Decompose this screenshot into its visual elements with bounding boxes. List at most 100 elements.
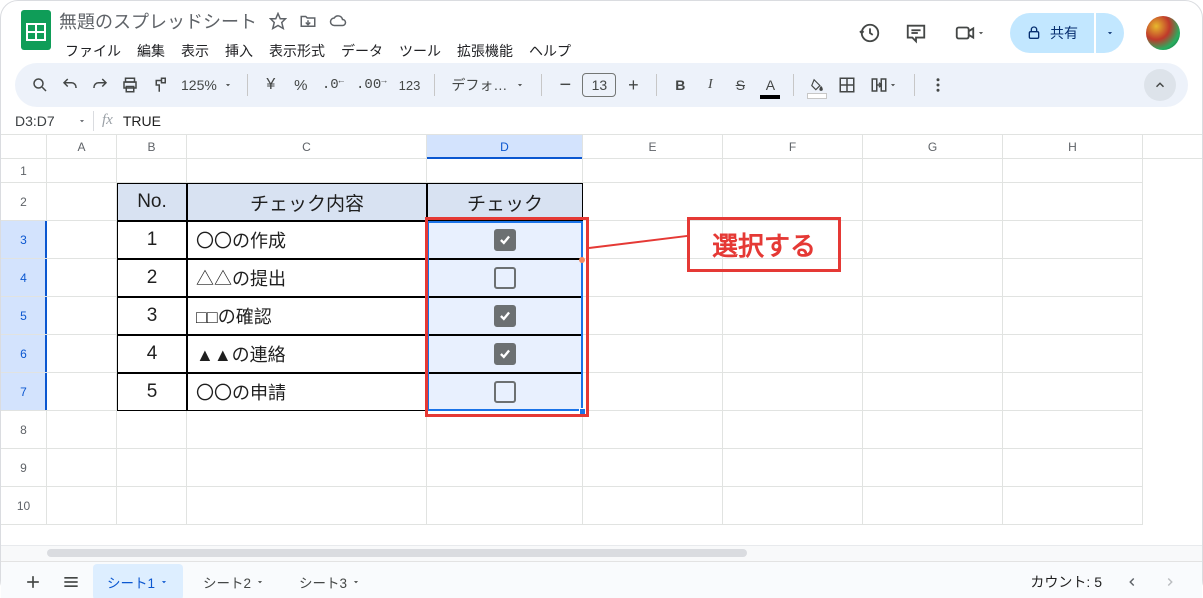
menu-help[interactable]: ヘルプ <box>523 39 577 63</box>
font-size-increase[interactable]: + <box>620 70 646 100</box>
row-header-10[interactable]: 10 <box>1 487 47 525</box>
menu-extensions[interactable]: 拡張機能 <box>451 39 519 63</box>
print-icon[interactable] <box>117 70 143 100</box>
formula-value[interactable]: TRUE <box>123 113 161 129</box>
cell-checkbox[interactable] <box>427 335 583 373</box>
decrease-decimal-icon[interactable]: .0← <box>318 70 348 100</box>
cell-content[interactable]: 〇〇の申請 <box>187 373 427 411</box>
star-icon[interactable] <box>269 12 287 30</box>
name-box[interactable]: D3:D7 <box>9 113 93 129</box>
scroll-sheets-left-icon[interactable] <box>1116 566 1148 598</box>
menu-tools[interactable]: ツール <box>393 39 447 63</box>
row-header-3[interactable]: 3 <box>1 221 47 259</box>
move-folder-icon[interactable] <box>299 12 317 30</box>
menu-insert[interactable]: 挿入 <box>219 39 259 63</box>
all-sheets-button[interactable] <box>55 566 87 598</box>
cell-content[interactable]: ▲▲の連絡 <box>187 335 427 373</box>
share-button[interactable]: 共有 <box>1010 13 1094 53</box>
table-header-no[interactable]: No. <box>117 183 187 221</box>
add-sheet-button[interactable] <box>17 566 49 598</box>
undo-icon[interactable] <box>57 70 83 100</box>
collapse-toolbar-icon[interactable] <box>1144 69 1176 101</box>
chevron-down-icon[interactable] <box>255 577 265 587</box>
doc-title[interactable]: 無題のスプレッドシート <box>59 8 257 34</box>
cell-no[interactable]: 5 <box>117 373 187 411</box>
sheet-tab[interactable]: シート1 <box>93 564 183 598</box>
share-dropdown[interactable] <box>1096 13 1124 53</box>
col-header-H[interactable]: H <box>1003 135 1143 158</box>
cell-checkbox[interactable] <box>427 297 583 335</box>
sheets-logo-icon[interactable] <box>17 11 55 49</box>
percent-icon[interactable]: % <box>288 70 314 100</box>
borders-icon[interactable] <box>834 70 860 100</box>
col-header-G[interactable]: G <box>863 135 1003 158</box>
merge-icon[interactable] <box>864 70 904 100</box>
col-header-D[interactable]: D <box>427 135 583 158</box>
chevron-down-icon[interactable] <box>159 577 169 587</box>
bold-icon[interactable]: B <box>667 70 693 100</box>
checkbox-icon[interactable] <box>494 305 516 327</box>
cell-no[interactable]: 3 <box>117 297 187 335</box>
fill-color-icon[interactable] <box>804 70 830 100</box>
checkbox-icon[interactable] <box>494 267 516 289</box>
checkbox-icon[interactable] <box>494 229 516 251</box>
row-header-4[interactable]: 4 <box>1 259 47 297</box>
table-header-content[interactable]: チェック内容 <box>187 183 427 221</box>
col-header-A[interactable]: A <box>47 135 117 158</box>
row-header-6[interactable]: 6 <box>1 335 47 373</box>
cell-no[interactable]: 4 <box>117 335 187 373</box>
horizontal-scrollbar[interactable] <box>1 545 1202 561</box>
history-icon[interactable] <box>856 19 884 47</box>
search-menus-icon[interactable] <box>27 70 53 100</box>
comments-icon[interactable] <box>902 19 930 47</box>
checkbox-icon[interactable] <box>494 381 516 403</box>
cell-checkbox[interactable] <box>427 373 583 411</box>
menu-file[interactable]: ファイル <box>59 39 127 63</box>
row-header-1[interactable]: 1 <box>1 159 47 183</box>
row-header-9[interactable]: 9 <box>1 449 47 487</box>
currency-icon[interactable]: ¥ <box>258 70 284 100</box>
cell-no[interactable]: 1 <box>117 221 187 259</box>
sheet-tab[interactable]: シート2 <box>189 564 279 598</box>
row-header-8[interactable]: 8 <box>1 411 47 449</box>
strike-icon[interactable]: S <box>727 70 753 100</box>
font-size-input[interactable]: 13 <box>582 73 616 97</box>
sheet-tab[interactable]: シート3 <box>285 564 375 598</box>
checkbox-icon[interactable] <box>494 343 516 365</box>
italic-icon[interactable]: I <box>697 70 723 100</box>
account-avatar[interactable] <box>1146 16 1180 50</box>
cell-content[interactable]: △△の提出 <box>187 259 427 297</box>
col-header-B[interactable]: B <box>117 135 187 158</box>
selection-fill-handle[interactable] <box>579 408 586 415</box>
more-toolbar-icon[interactable] <box>925 70 951 100</box>
increase-decimal-icon[interactable]: .00→ <box>352 70 391 100</box>
text-color-icon[interactable]: A <box>757 70 783 100</box>
scroll-sheets-right-icon[interactable] <box>1154 566 1186 598</box>
chevron-down-icon[interactable] <box>351 577 361 587</box>
spreadsheet-grid[interactable]: A B C D E F G H 1 2 3 4 5 6 7 8 9 10 No.… <box>1 135 1202 545</box>
redo-icon[interactable] <box>87 70 113 100</box>
menu-format[interactable]: 表示形式 <box>263 39 331 63</box>
selection-count[interactable]: カウント: 5 <box>1030 572 1102 592</box>
row-header-7[interactable]: 7 <box>1 373 47 411</box>
col-header-E[interactable]: E <box>583 135 723 158</box>
cell-content[interactable]: 〇〇の作成 <box>187 221 427 259</box>
select-all-corner[interactable] <box>1 135 47 158</box>
col-header-C[interactable]: C <box>187 135 427 158</box>
font-size-decrease[interactable]: − <box>552 70 578 100</box>
paint-format-icon[interactable] <box>147 70 173 100</box>
more-formats-icon[interactable]: 123 <box>395 70 425 100</box>
cell-checkbox[interactable] <box>427 259 583 297</box>
meet-icon[interactable] <box>948 19 992 47</box>
row-header-5[interactable]: 5 <box>1 297 47 335</box>
row-header-2[interactable]: 2 <box>1 183 47 221</box>
menu-edit[interactable]: 編集 <box>131 39 171 63</box>
font-select[interactable]: デフォ… <box>445 70 531 100</box>
cell-no[interactable]: 2 <box>117 259 187 297</box>
col-header-F[interactable]: F <box>723 135 863 158</box>
cloud-saved-icon[interactable] <box>329 12 347 30</box>
menu-data[interactable]: データ <box>335 39 389 63</box>
cell-content[interactable]: □□の確認 <box>187 297 427 335</box>
cell-checkbox[interactable] <box>427 221 583 259</box>
table-header-check[interactable]: チェック <box>427 183 583 221</box>
